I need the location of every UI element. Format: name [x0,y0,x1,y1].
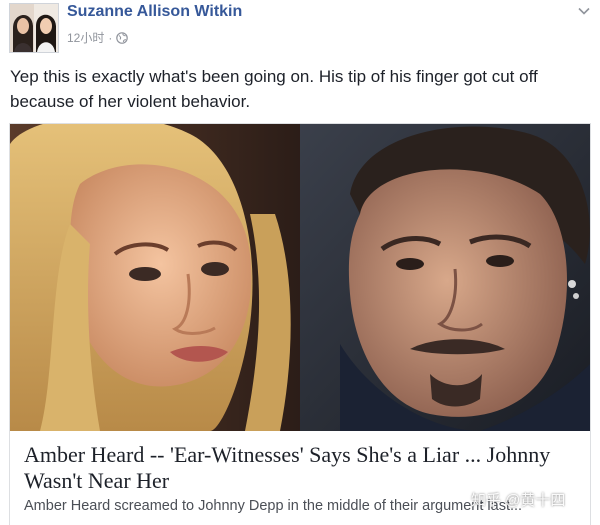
link-card-image[interactable] [10,124,590,431]
author-name[interactable]: Suzanne Allison Witkin [67,3,242,21]
post-timestamp[interactable]: 12小时 [67,29,104,46]
post-meta: 12小时 · [67,29,129,46]
post-text: Yep this is exactly what's been going on… [10,67,538,111]
link-card-title[interactable]: Amber Heard -- 'Ear-Witnesses' Says She'… [24,442,579,494]
avatar[interactable] [9,3,59,53]
meta-separator: · [108,30,113,45]
chevron-down-icon[interactable] [577,4,591,18]
globe-icon[interactable] [116,31,129,44]
zhihu-watermark: 知乎 @黄十四 [471,492,566,509]
link-card[interactable]: Amber Heard -- 'Ear-Witnesses' Says She'… [9,123,591,525]
